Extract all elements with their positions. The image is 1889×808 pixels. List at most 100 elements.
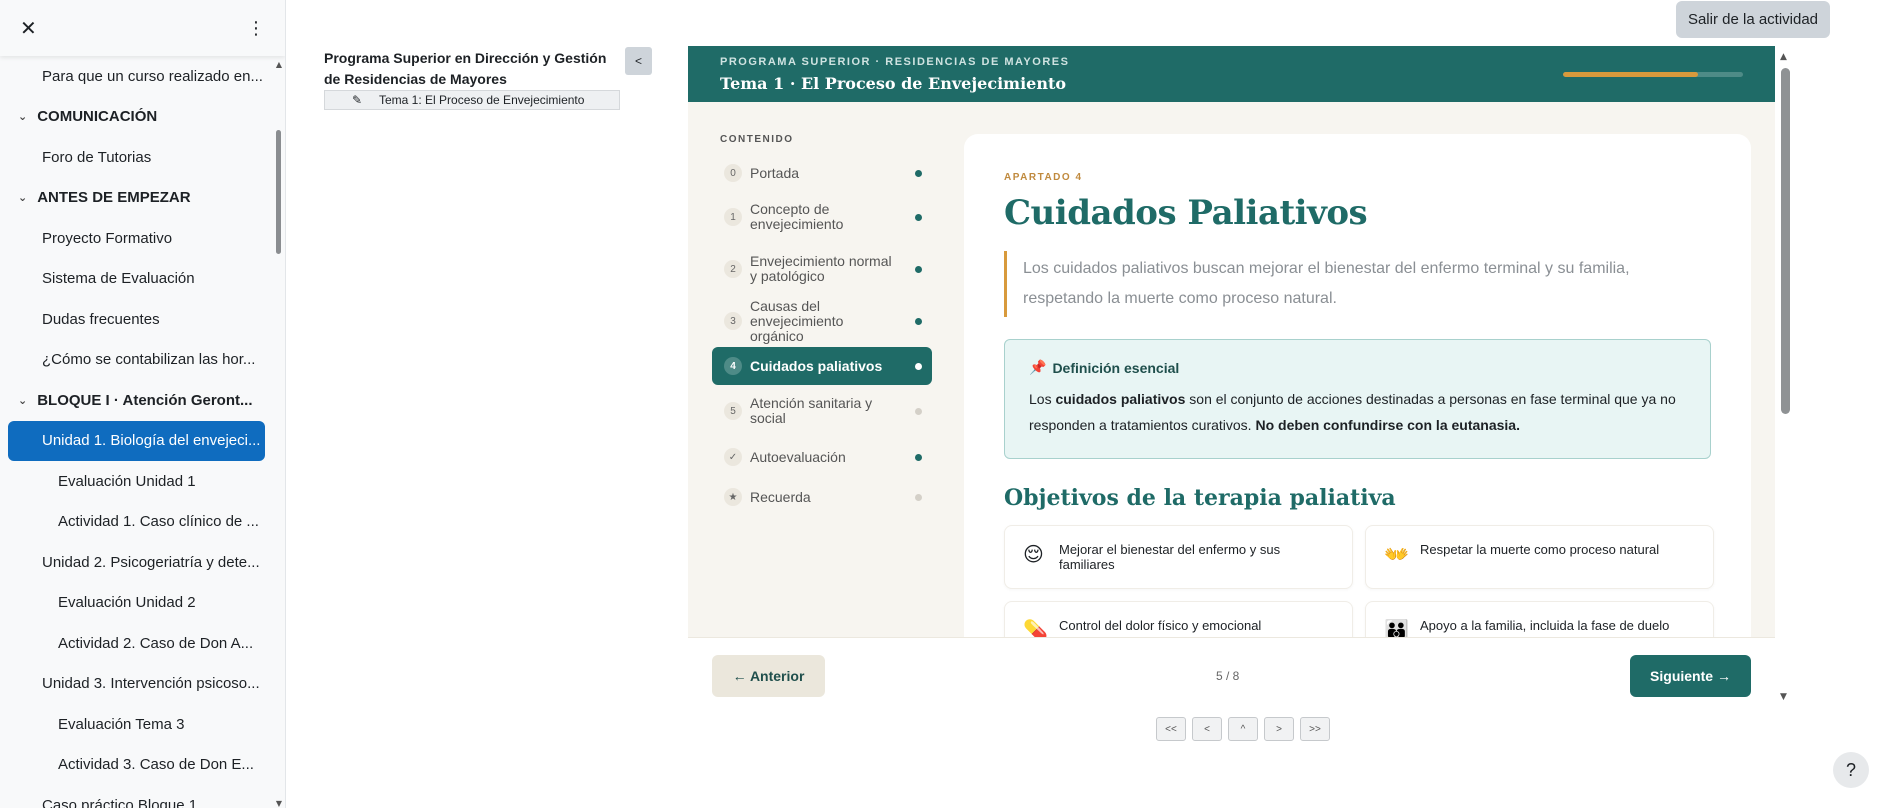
objective-card: 💊 Control del dolor físico y emocional: [1004, 601, 1353, 637]
next-sco-button[interactable]: >: [1264, 717, 1294, 741]
sidebar-item-label: Unidad 2. Psicogeriatría y dete...: [42, 553, 260, 571]
sidebar-item-label: Unidad 1. Biología del envejeci...: [42, 432, 261, 450]
content-toc: CONTENIDO 0 Portada 1 Concepto de envejecim…: [712, 122, 932, 517]
chevron-down-icon[interactable]: ⌄: [18, 394, 27, 407]
definition-title: Definición esencial: [1052, 360, 1180, 376]
sidebar-item[interactable]: Unidad 1. Biología del envejeci...: [8, 420, 265, 461]
toc-item-number: 3: [724, 312, 742, 330]
page-indicator: 5 / 8: [1216, 669, 1240, 683]
sidebar-item[interactable]: Sistema de Evaluación: [8, 259, 265, 300]
help-button[interactable]: ?: [1833, 752, 1869, 788]
sidebar-item[interactable]: Proyecto Formativo: [8, 218, 265, 259]
relieved-face-icon: 😌: [1023, 542, 1044, 566]
collapse-toc-button[interactable]: <: [625, 47, 652, 75]
more-options-icon[interactable]: ⋮: [247, 18, 265, 39]
toc-item-number: ★: [724, 488, 742, 506]
toc-item[interactable]: 4 Cuidados paliativos: [712, 347, 932, 385]
first-sco-button[interactable]: <<: [1156, 717, 1186, 741]
definition-box: 📌 Definición esencial Los cuidados paliat…: [1004, 339, 1711, 459]
sidebar-item[interactable]: Caso práctico Bloque 1: [8, 785, 265, 808]
scroll-down-arrow-icon[interactable]: ▼: [276, 799, 282, 808]
objective-label: Apoyo a la familia, incluida la fase de …: [1420, 618, 1670, 633]
last-sco-button[interactable]: >>: [1300, 717, 1330, 741]
completed-dot-icon: [915, 317, 922, 325]
toc-item-label: Autoevaluación: [750, 448, 846, 465]
family-icon: 👪: [1384, 618, 1409, 637]
sidebar-item[interactable]: Para que un curso realizado en...: [8, 56, 265, 97]
sidebar-item[interactable]: Actividad 1. Caso clínico de ...: [8, 502, 265, 543]
sidebar-item[interactable]: ¿Cómo se contabilizan las hor...: [8, 340, 265, 381]
sidebar-item-label: Unidad 3. Intervención psicoso...: [42, 675, 260, 693]
sidebar-item[interactable]: Actividad 3. Caso de Don E...: [8, 745, 265, 786]
scorm-navigation: << < ^ > >>: [1156, 717, 1330, 741]
toc-item[interactable]: 1 Concepto de envejecimiento: [712, 191, 932, 243]
course-title: Programa Superior en Dirección y Gestión…: [324, 50, 607, 87]
toc-item-number: 4: [724, 357, 742, 375]
sidebar-item-label: ANTES DE EMPEZAR: [37, 189, 191, 207]
chevron-down-icon[interactable]: ⌄: [18, 110, 27, 123]
objective-label: Respetar la muerte como proceso natural: [1420, 542, 1660, 557]
toc-item-label: Portada: [750, 164, 800, 181]
sidebar-section-header[interactable]: ⌄ COMUNICACIÓN: [8, 97, 265, 138]
toc-item-label: Envejecimiento normal y patológico: [750, 253, 892, 284]
previous-button[interactable]: ← Anterior: [712, 655, 825, 697]
pending-dot-icon: [915, 407, 922, 415]
up-sco-button[interactable]: ^: [1228, 717, 1258, 741]
toc-item[interactable]: 5 Atención sanitaria y social: [712, 385, 932, 437]
completed-dot-icon: [915, 213, 922, 221]
objective-label: Mejorar el bienestar del enfermo y sus f…: [1059, 542, 1281, 572]
chevron-down-icon[interactable]: ⌄: [18, 191, 27, 204]
previous-sco-button[interactable]: <: [1192, 717, 1222, 741]
toc-item[interactable]: 3 Causas del envejecimiento orgánico: [712, 295, 932, 347]
pushpin-icon: 📌: [1029, 360, 1047, 376]
content-card: APARTADO 4 Cuidados Paliativos Los cuida…: [964, 134, 1751, 637]
toc-item-label: Concepto de envejecimiento: [750, 201, 844, 232]
sidebar-item-label: COMUNICACIÓN: [37, 108, 158, 126]
drawer-scrollbar[interactable]: [276, 130, 281, 254]
sidebar-item-label: Evaluación Tema 3: [58, 715, 185, 733]
frame-scrollbar[interactable]: ▲ ▼: [1780, 52, 1790, 702]
sidebar-item-label: Foro de Tutorias: [42, 148, 152, 166]
sidebar-item-label: Actividad 3. Caso de Don E...: [58, 756, 254, 774]
toc-item-number: 5: [724, 402, 742, 420]
definition-header: 📌 Definición esencial: [1029, 360, 1686, 376]
toc-tema-item[interactable]: ✎ Tema 1: El Proceso de Envejecimiento: [324, 90, 620, 110]
scroll-down-arrow-icon[interactable]: ▼: [1780, 692, 1787, 702]
sidebar-item[interactable]: Evaluación Tema 3: [8, 704, 265, 745]
drawer-header: ✕ ⋮: [0, 0, 285, 56]
sidebar-item[interactable]: Evaluación Unidad 2: [8, 583, 265, 624]
definition-term: cuidados paliativos: [1055, 391, 1186, 407]
objective-card: 😌 Mejorar el bienestar del enfermo y sus …: [1004, 525, 1353, 589]
toc-item[interactable]: ★ Recuerda: [712, 477, 932, 517]
sidebar-item-label: Dudas frecuentes: [42, 310, 160, 328]
sidebar-item-label: Actividad 1. Caso clínico de ...: [58, 513, 259, 531]
sidebar-section-header[interactable]: ⌄ ANTES DE EMPEZAR: [8, 178, 265, 219]
toc-item[interactable]: 0 Portada: [712, 155, 932, 191]
close-drawer-icon[interactable]: ✕: [20, 16, 37, 40]
scroll-up-arrow-icon[interactable]: ▲: [1780, 52, 1787, 62]
activity-frame: PROGRAMA SUPERIOR · RESIDENCIAS DE MAYOR…: [688, 46, 1775, 637]
sidebar-item[interactable]: Actividad 2. Caso de Don A...: [8, 623, 265, 664]
toc-item-label: Atención sanitaria y social: [750, 395, 873, 426]
toc-item[interactable]: 2 Envejecimiento normal y patológico: [712, 243, 932, 295]
definition-text-pre: Los: [1029, 391, 1056, 407]
sidebar-item[interactable]: Unidad 2. Psicogeriatría y dete...: [8, 542, 265, 583]
objectives-grid: 😌 Mejorar el bienestar del enfermo y sus …: [1004, 525, 1714, 637]
toc-item-number: 2: [724, 260, 742, 278]
toc-item[interactable]: ✓ Autoevaluación: [712, 437, 932, 477]
sidebar-item[interactable]: Unidad 3. Intervención psicoso...: [8, 664, 265, 705]
edit-icon: ✎: [352, 93, 363, 107]
sidebar-section-header[interactable]: ⌄ BLOQUE I · Atención Geront...: [8, 380, 265, 421]
sidebar-item-label: Sistema de Evaluación: [42, 270, 195, 288]
toc-item-number: ✓: [724, 448, 742, 466]
activity-header: PROGRAMA SUPERIOR · RESIDENCIAS DE MAYOR…: [688, 46, 1775, 102]
next-button[interactable]: Siguiente →: [1630, 655, 1751, 697]
objective-label: Control del dolor físico y emocional: [1059, 618, 1262, 633]
exit-activity-button[interactable]: Salir de la actividad: [1676, 1, 1830, 38]
sidebar-item[interactable]: Foro de Tutorias: [8, 137, 265, 178]
sidebar-item[interactable]: Evaluación Unidad 1: [8, 461, 265, 502]
scrollbar-thumb[interactable]: [1781, 68, 1790, 414]
activity-overline: PROGRAMA SUPERIOR · RESIDENCIAS DE MAYOR…: [720, 56, 1070, 68]
sidebar-item-label: Para que un curso realizado en...: [42, 67, 263, 85]
sidebar-item[interactable]: Dudas frecuentes: [8, 299, 265, 340]
